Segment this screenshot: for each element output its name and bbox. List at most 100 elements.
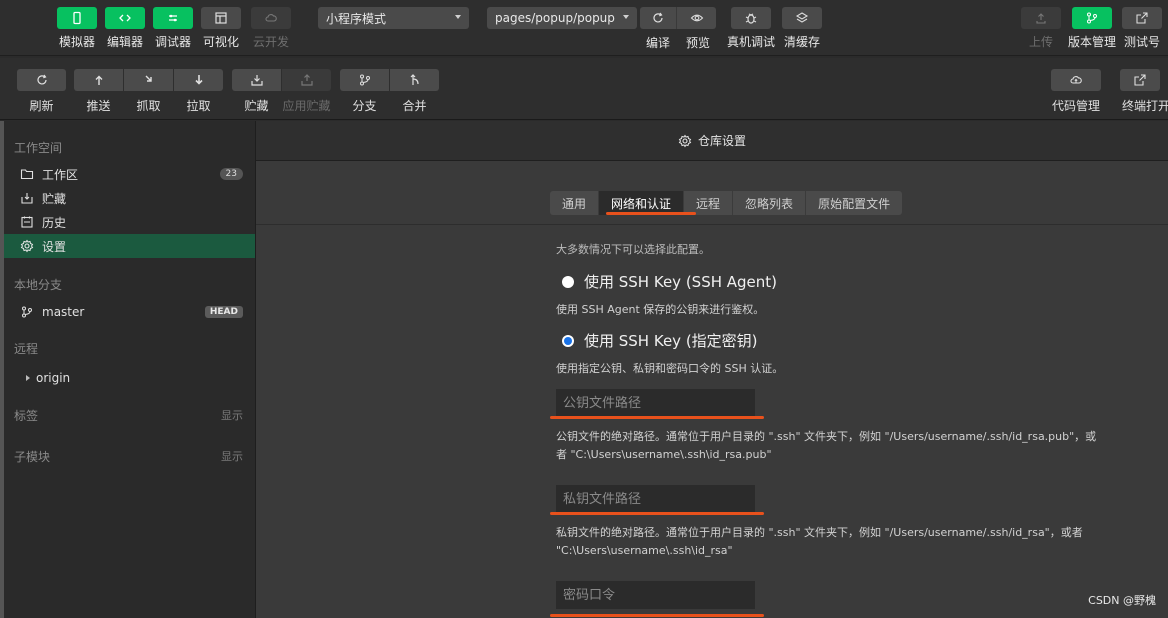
sliders-icon xyxy=(153,7,193,29)
ssh-agent-desc: 使用 SSH Agent 保存的公钥来进行鉴权。 xyxy=(556,303,765,316)
pull-button[interactable]: 拉取 xyxy=(174,69,223,114)
radio-button-selected[interactable] xyxy=(562,334,574,347)
folder-icon xyxy=(20,169,34,180)
eye-icon[interactable] xyxy=(676,7,716,29)
upload-button[interactable]: 上传 xyxy=(1017,7,1065,50)
refresh-icon[interactable] xyxy=(640,7,676,29)
mode-select[interactable]: 小程序模式 xyxy=(318,7,469,29)
tags-title: 标签 xyxy=(14,409,39,423)
settings-panel: 仓库设置 通用 网络和认证 远程 忽略列表 原始配置文件 大多数情况下可以选择此… xyxy=(256,121,1168,618)
remote-title: 远程 xyxy=(14,342,39,356)
annotation-underline xyxy=(606,212,696,215)
clear-cache-button[interactable]: 清缓存 xyxy=(778,7,826,50)
cloud-dev-button[interactable]: 云开发 xyxy=(247,7,295,50)
sidebar-item-settings[interactable]: 设置 xyxy=(4,234,255,258)
compile-button[interactable]: 编译 xyxy=(646,34,670,51)
git-toolbar: 刷新 推送 抓取 拉取 贮藏 应用贮藏 分支 合并 代码管理 终端打开 xyxy=(0,58,1168,120)
submodules-show-toggle[interactable]: 显示 xyxy=(221,448,243,464)
ssh-keyfile-desc: 使用指定公钥、私钥和密码口令的 SSH 认证。 xyxy=(556,362,784,375)
sidebar-item-stash[interactable]: 贮藏 xyxy=(4,186,255,210)
cloud-sync-icon xyxy=(1051,69,1101,91)
gear-icon xyxy=(678,134,692,147)
page-title: 仓库设置 xyxy=(697,134,746,148)
external-link-icon xyxy=(1122,7,1162,29)
change-count-badge: 23 xyxy=(219,168,243,180)
refresh-icon xyxy=(17,69,66,91)
editor-button[interactable]: 编辑器 xyxy=(101,7,149,50)
code-icon xyxy=(105,7,145,29)
push-icon xyxy=(74,69,123,91)
annotation-underline xyxy=(550,512,764,515)
annotation-underline xyxy=(550,416,764,419)
apply-stash-button[interactable]: 应用贮藏 xyxy=(282,69,331,114)
caret-right-icon xyxy=(26,375,30,381)
visual-button[interactable]: 可视化 xyxy=(197,7,245,50)
sidebar-item-workspace[interactable]: 工作区 23 xyxy=(4,162,255,186)
stash-icon xyxy=(232,69,281,91)
head-badge: HEAD xyxy=(204,306,243,318)
fetch-icon xyxy=(124,69,173,91)
tags-show-toggle[interactable]: 显示 xyxy=(221,407,243,423)
push-button[interactable]: 推送 xyxy=(74,69,123,114)
divider xyxy=(256,224,1168,225)
merge-icon xyxy=(390,69,439,91)
branch-icon xyxy=(340,69,389,91)
tab-ignore-list[interactable]: 忽略列表 xyxy=(732,191,805,215)
caret-down-icon xyxy=(455,15,461,19)
app-window: 模拟器 编辑器 调试器 可视化 云开发 小程序模式 pages/popup/po… xyxy=(0,0,1168,618)
public-key-path-input[interactable] xyxy=(556,389,755,417)
branch-item-master[interactable]: master HEAD xyxy=(4,300,255,324)
submodules-title: 子模块 xyxy=(14,450,51,464)
branch-button[interactable]: 分支 xyxy=(340,69,389,114)
sidebar: 工作空间 工作区 23 贮藏 历史 设置 本地分支 master HEAD 远程… xyxy=(0,121,256,618)
ssh-agent-option[interactable]: 使用 SSH Key (SSH Agent) xyxy=(562,271,777,292)
pull-icon xyxy=(174,69,223,91)
branch-icon xyxy=(1072,7,1112,29)
local-branch-title: 本地分支 xyxy=(14,278,63,292)
merge-button[interactable]: 合并 xyxy=(390,69,439,114)
layers-icon xyxy=(782,7,822,29)
external-link-icon xyxy=(1120,69,1160,91)
phone-icon xyxy=(57,7,97,29)
simulator-button[interactable]: 模拟器 xyxy=(53,7,101,50)
compile-preview-group xyxy=(640,7,716,29)
version-mgmt-button[interactable]: 版本管理 xyxy=(1068,7,1116,50)
top-hint: 大多数情况下可以选择此配置。 xyxy=(556,243,710,255)
tab-general[interactable]: 通用 xyxy=(550,191,598,215)
stash-button[interactable]: 贮藏 xyxy=(232,69,281,114)
watermark: CSDN @野槐 xyxy=(1088,594,1156,607)
workspace-title: 工作空间 xyxy=(14,141,63,155)
annotation-underline xyxy=(550,614,764,617)
public-key-desc: 公钥文件的绝对路径。通常位于用户目录的 ".ssh" 文件夹下，例如 "/Use… xyxy=(556,430,1097,461)
sidebar-item-history[interactable]: 历史 xyxy=(4,210,255,234)
device-debug-button[interactable]: 真机调试 xyxy=(727,7,775,50)
preview-button[interactable]: 预览 xyxy=(686,34,710,51)
radio-button[interactable] xyxy=(562,275,574,288)
main-toolbar: 模拟器 编辑器 调试器 可视化 云开发 小程序模式 pages/popup/po… xyxy=(0,0,1168,56)
bug-icon xyxy=(731,7,771,29)
code-mgmt-button[interactable]: 代码管理 xyxy=(1051,69,1101,114)
private-key-desc: 私钥文件的绝对路径。通常位于用户目录的 ".ssh" 文件夹下，例如 "/Use… xyxy=(556,526,1083,557)
cloud-icon xyxy=(251,7,291,29)
branch-icon xyxy=(22,306,32,318)
passphrase-input[interactable] xyxy=(556,581,755,609)
apply-stash-icon xyxy=(282,69,331,91)
layout-icon xyxy=(201,7,241,29)
caret-down-icon xyxy=(623,15,629,19)
settings-tabs: 通用 网络和认证 远程 忽略列表 原始配置文件 xyxy=(550,191,903,215)
fetch-button[interactable]: 抓取 xyxy=(124,69,173,114)
test-account-button[interactable]: 测试号 xyxy=(1118,7,1166,50)
history-icon xyxy=(21,216,33,228)
page-select[interactable]: pages/popup/popup xyxy=(487,7,637,29)
terminal-button[interactable]: 终端打开 xyxy=(1120,69,1168,114)
remote-item-origin[interactable]: origin xyxy=(4,366,255,390)
stash-icon xyxy=(21,193,33,204)
ssh-keyfile-option[interactable]: 使用 SSH Key (指定密钥) xyxy=(562,330,758,351)
debugger-button[interactable]: 调试器 xyxy=(149,7,197,50)
refresh-button[interactable]: 刷新 xyxy=(17,69,66,114)
tab-raw-config[interactable]: 原始配置文件 xyxy=(805,191,902,215)
upload-icon xyxy=(1021,7,1061,29)
private-key-path-input[interactable] xyxy=(556,485,755,513)
repo-settings-header: 仓库设置 xyxy=(256,121,1168,161)
gear-icon xyxy=(20,239,34,253)
